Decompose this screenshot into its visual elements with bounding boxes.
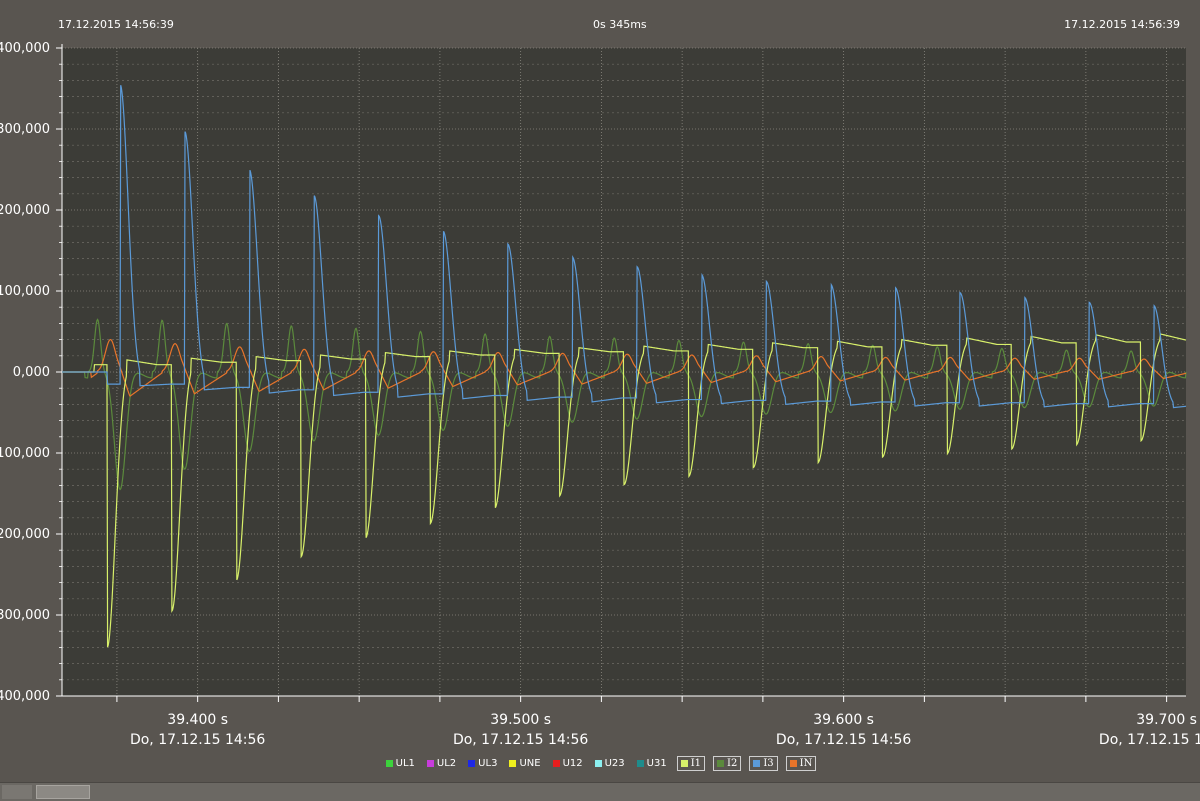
scroll-left-button[interactable] (2, 785, 32, 799)
legend-label: U23 (604, 757, 625, 769)
legend-swatch (468, 759, 476, 767)
legend-item-i3[interactable]: I3 (749, 755, 778, 771)
legend-swatch (385, 759, 393, 767)
legend-item-ul3[interactable]: UL3 (466, 757, 499, 770)
y-tick-label: -200,000 (0, 527, 50, 542)
x-tick-sublabel: Do, 17.12.15 14:56 (453, 732, 588, 748)
legend-label: UNE (519, 757, 541, 769)
horizontal-scrollbar[interactable] (0, 782, 1200, 801)
x-tick-sublabel: Do, 17.12.15 14:56 (1099, 732, 1200, 748)
y-tick-label: 200,000 (0, 203, 50, 218)
legend-swatch (636, 759, 644, 767)
y-tick-label: -100,000 (0, 446, 50, 461)
x-tick-label: 39.400 s (167, 712, 228, 728)
y-tick-label: 300,000 (0, 122, 50, 137)
y-tick-label: -400,000 (0, 689, 50, 704)
x-tick-label: 39.700 s (1136, 712, 1197, 728)
y-tick-label: -300,000 (0, 608, 50, 623)
scroll-thumb[interactable] (36, 785, 90, 799)
legend-label: I3 (763, 757, 774, 769)
legend-swatch (717, 759, 725, 767)
legend-swatch (552, 759, 560, 767)
legend-label: IN (799, 757, 813, 769)
legend-item-i1[interactable]: I1 (676, 755, 706, 771)
legend-label: UL1 (395, 757, 415, 769)
legend-label: U31 (646, 757, 667, 769)
legend-item-u12[interactable]: U12 (551, 757, 585, 770)
legend-label: UL3 (478, 757, 498, 769)
legend-label: U12 (562, 757, 583, 769)
y-tick-label: 0,000 (13, 365, 50, 380)
y-tick-label: 100,000 (0, 284, 50, 299)
legend-item-in[interactable]: IN (785, 755, 817, 771)
x-tick-sublabel: Do, 17.12.15 14:56 (776, 732, 911, 748)
legend-label: I2 (727, 757, 738, 769)
legend-swatch (594, 759, 602, 767)
legend-item-ul1[interactable]: UL1 (384, 757, 417, 770)
legend-swatch (680, 759, 688, 767)
legend-item-u23[interactable]: U23 (593, 757, 627, 770)
y-tick-label: 400,000 (0, 41, 50, 56)
legend-swatch (509, 759, 517, 767)
legend-swatch (789, 759, 797, 767)
waveform-chart[interactable]: 400,000 300,000 200,000 100,000 0,000 -100,00… (0, 0, 1200, 750)
x-tick-label: 39.500 s (490, 712, 551, 728)
legend-swatch (753, 759, 761, 767)
legend-item-une[interactable]: UNE (507, 757, 542, 770)
x-tick-sublabel: Do, 17.12.15 14:56 (130, 732, 265, 748)
legend-item-u31[interactable]: U31 (635, 757, 669, 770)
legend-label: I1 (690, 757, 702, 769)
legend-label: UL2 (436, 757, 457, 769)
legend: UL1 UL2 UL3 UNE U12 U23 U31 I1 I2 I3 IN (0, 752, 1200, 774)
legend-swatch (426, 759, 434, 767)
legend-item-ul2[interactable]: UL2 (425, 757, 458, 770)
x-tick-label: 39.600 s (813, 712, 874, 728)
legend-item-i2[interactable]: I2 (713, 755, 742, 771)
